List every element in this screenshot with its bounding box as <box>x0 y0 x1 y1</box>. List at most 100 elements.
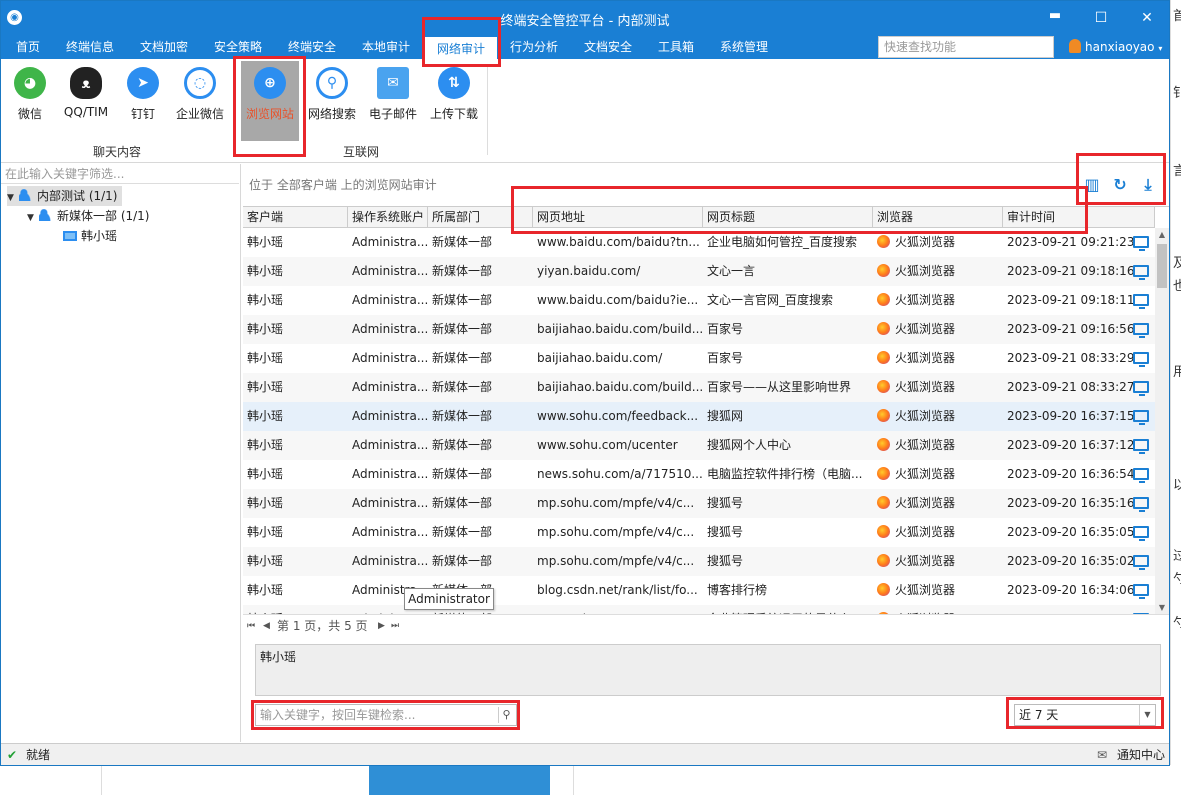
maximize-button[interactable]: ☐ <box>1088 7 1114 29</box>
table-cell: 2023-09-20 16:34:06 <box>1003 576 1155 605</box>
scrollbar-thumb[interactable] <box>1157 244 1167 288</box>
monitor-icon[interactable] <box>1133 381 1149 396</box>
menu-terminal-info[interactable]: 终端信息 <box>59 35 121 59</box>
chevron-down-icon[interactable]: ▼ <box>1139 705 1155 725</box>
table-row[interactable]: 韩小瑶 Administra... 新媒体一部 baijiahao.baidu.com… <box>243 344 1155 373</box>
monitor-icon[interactable] <box>1133 323 1149 338</box>
menu-home[interactable]: 首页 <box>5 35 51 59</box>
bg-fragment: 以 <box>1173 474 1181 493</box>
table-cell: 博客排行榜 <box>703 576 873 605</box>
col-header-os-account[interactable]: 操作系统账户 <box>348 207 428 228</box>
monitor-icon[interactable] <box>1133 468 1149 483</box>
first-page-icon[interactable]: ⏮ <box>247 615 255 637</box>
monitor-icon[interactable] <box>1133 584 1149 599</box>
chevron-down-icon[interactable]: ▼ <box>1155 601 1169 614</box>
table-row[interactable]: 韩小瑶 Administra... 新媒体一部 yiyan.baidu.com/文心一… <box>243 257 1155 286</box>
table-row[interactable]: 韩小瑶 Administra... 新媒体一部 mp.sohu.com/mpfe/v4… <box>243 489 1155 518</box>
table-row[interactable]: 韩小瑶 Administra... 新媒体一部 mp.sohu.com/mpfe/v4… <box>243 518 1155 547</box>
cell-text: 韩小瑶 <box>247 496 284 510</box>
monitor-icon[interactable] <box>1133 439 1149 454</box>
menu-doc-security[interactable]: 文档安全 <box>577 35 639 59</box>
tree-filter-input[interactable]: 在此输入关键字筛选... <box>1 164 239 184</box>
refresh-icon[interactable]: ↻ <box>1109 174 1131 196</box>
cell-text: 企业电脑如何管控_百度搜索 <box>707 235 858 249</box>
cell-text: Administra... <box>352 554 428 568</box>
table-row[interactable]: 韩小瑶 Administra... 新媒体一部 news.sohu.com/a/717… <box>243 460 1155 489</box>
menu-doc-encryption[interactable]: 文档加密 <box>133 35 195 59</box>
table-row[interactable]: 韩小瑶Administra...新媒体一部blog.csdn.net/rank/… <box>243 576 1155 605</box>
ribbon-upload-download[interactable]: ⇅ 上传下载 <box>425 63 483 139</box>
table-cell: Administra... <box>348 431 428 460</box>
monitor-icon[interactable] <box>1133 352 1149 367</box>
monitor-icon[interactable] <box>1133 410 1149 425</box>
menu-terminal-security[interactable]: 终端安全 <box>281 35 343 59</box>
table-row[interactable]: 韩小瑶 Administra... 新媒体一部 baijiahao.baidu.com… <box>243 373 1155 402</box>
minimize-button[interactable] <box>1042 7 1068 29</box>
firefox-icon <box>877 409 890 422</box>
table-cell: baijiahao.baidu.com/build... <box>533 315 703 344</box>
col-header-audit-time[interactable]: 审计时间 <box>1003 207 1155 228</box>
chevron-down-icon[interactable]: ▼ <box>7 188 19 208</box>
col-header-browser[interactable]: 浏览器 <box>873 207 1003 228</box>
col-header-department[interactable]: 所属部门 <box>428 207 533 228</box>
menu-behavior-analysis[interactable]: 行为分析 <box>503 35 565 59</box>
monitor-icon[interactable] <box>1133 294 1149 309</box>
table-row[interactable]: 韩小瑶 Administra... 新媒体一部 mp.sohu.com/mpfe/v4… <box>243 547 1155 576</box>
user-menu[interactable]: hanxiaoyao ▾ <box>1069 35 1162 59</box>
tree-node-root[interactable]: ▼ 内部测试 (1/1) <box>7 186 122 206</box>
cell-text: 搜狐号 <box>707 525 744 539</box>
menu-toolbox[interactable]: 工具箱 <box>651 35 701 59</box>
vertical-scrollbar[interactable]: ▲ ▼ <box>1155 228 1169 614</box>
download-icon[interactable]: ⤓ <box>1137 174 1159 196</box>
quick-search-input[interactable]: 快速查找功能 <box>878 36 1054 58</box>
prev-page-icon[interactable]: ◀ <box>263 615 270 637</box>
monitor-icon[interactable] <box>1133 236 1149 251</box>
chevron-up-icon[interactable]: ▲ <box>1155 228 1169 242</box>
wecom-icon: ◌ <box>184 67 216 99</box>
col-header-client[interactable]: 客户端 <box>243 207 348 228</box>
table-row[interactable]: 韩小瑶Administra...新媒体一部www.sohu.com/a/...企… <box>243 605 1155 614</box>
time-range-select[interactable]: 近 7 天 ▼ <box>1014 704 1156 726</box>
menu-security-policy[interactable]: 安全策略 <box>207 35 269 59</box>
table-cell: 2023-09-20 16:37:12 <box>1003 431 1155 460</box>
close-button[interactable]: ✕ <box>1134 7 1160 29</box>
ribbon-browse-web[interactable]: ⊕ 浏览网站 <box>241 61 299 141</box>
table-row[interactable]: 韩小瑶 Administra... 新媒体一部 www.sohu.com/feedba… <box>243 402 1155 431</box>
ribbon-qq[interactable]: ᴥ QQ/TIM <box>59 63 113 139</box>
tree-node-client[interactable]: 韩小瑶 <box>63 226 117 246</box>
next-page-icon[interactable]: ▶ <box>378 615 385 637</box>
firefox-icon <box>877 264 890 277</box>
ribbon-web-search[interactable]: ⚲ 网络搜索 <box>303 63 361 139</box>
table-row[interactable]: 韩小瑶 Administra... 新媒体一部 baijiahao.baidu.com… <box>243 315 1155 344</box>
col-header-url[interactable]: 网页地址 <box>533 207 703 228</box>
monitor-icon[interactable] <box>1133 555 1149 570</box>
table-row[interactable]: 韩小瑶 Administra... 新媒体一部 www.baidu.com/baidu… <box>243 228 1155 257</box>
menu-local-audit[interactable]: 本地审计 <box>355 35 417 59</box>
ribbon-email[interactable]: ✉ 电子邮件 <box>364 63 422 139</box>
notification-center[interactable]: 通知中心 <box>1117 744 1165 765</box>
ribbon-label: 企业微信 <box>175 107 224 121</box>
column-settings-icon[interactable]: ▥ <box>1081 174 1103 196</box>
table-cell: 韩小瑶 <box>243 373 348 402</box>
menu-network-audit[interactable]: 网络审计 <box>425 35 497 59</box>
table-cell: 2023-09-21 09:18:16 <box>1003 257 1155 286</box>
last-page-icon[interactable]: ⏭ <box>391 615 399 637</box>
ribbon-wechat[interactable]: ◕ 微信 <box>3 63 57 139</box>
keyword-search-input[interactable]: 输入关键字，按回车键检索... ⚲ <box>255 704 517 726</box>
table-row[interactable]: 韩小瑶 Administra... 新媒体一部 www.sohu.com/ucente… <box>243 431 1155 460</box>
ribbon-wecom[interactable]: ◌ 企业微信 <box>173 63 227 139</box>
monitor-icon[interactable] <box>1133 497 1149 512</box>
tree-node-group[interactable]: ▼ 新媒体一部 (1/1) <box>27 206 150 226</box>
menu-system-management[interactable]: 系统管理 <box>713 35 775 59</box>
table-cell: Administra... <box>348 489 428 518</box>
search-icon[interactable]: ⚲ <box>498 707 514 723</box>
chevron-down-icon[interactable]: ▼ <box>27 208 39 228</box>
table-cell: 火狐浏览器 <box>873 518 1003 547</box>
table-row[interactable]: 韩小瑶 Administra... 新媒体一部 www.baidu.com/baidu… <box>243 286 1155 315</box>
table-cell: 火狐浏览器 <box>873 286 1003 315</box>
col-header-page-title[interactable]: 网页标题 <box>703 207 873 228</box>
cell-text: 2023-09-21 09:18:16 <box>1007 264 1135 278</box>
ribbon-dingtalk[interactable]: ➤ 钉钉 <box>116 63 170 139</box>
monitor-icon[interactable] <box>1133 526 1149 541</box>
monitor-icon[interactable] <box>1133 265 1149 280</box>
